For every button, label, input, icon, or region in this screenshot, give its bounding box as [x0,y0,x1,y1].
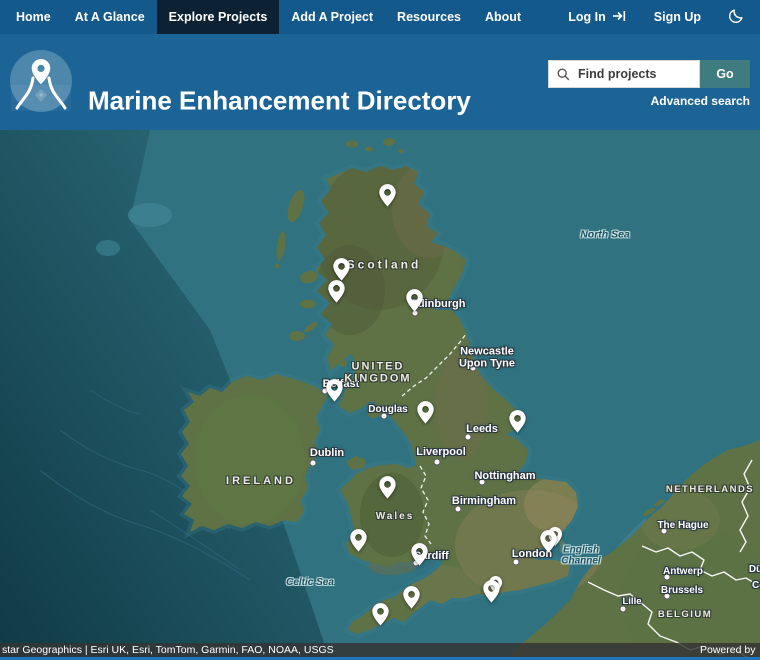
region-label: NETHERLANDS [666,485,754,495]
map-pin[interactable] [416,400,435,425]
login-arrow-icon [612,10,626,25]
city-label: Leeds [466,424,498,436]
region-label: UNITED KINGDOM [331,361,426,384]
city-label: Lille [622,597,641,607]
city-label: Brussels [661,586,703,597]
city-label: Antwerp [663,567,703,578]
top-navigation: HomeAt A GlanceExplore ProjectsAdd A Pro… [0,0,760,34]
site-header: Marine Enhancement Directory Go Advanced… [0,34,760,130]
map-pin[interactable] [349,528,368,553]
map-pin[interactable] [482,579,501,604]
powered-by-esri: Powered by Esri [700,644,758,656]
city-label: Liverpool [416,447,466,459]
nav-item-add-a-project[interactable]: Add A Project [279,0,385,34]
map-pin[interactable] [410,542,429,567]
sea-label: English Channel [552,546,610,567]
city-dot [310,460,317,467]
map-pin[interactable] [405,288,424,313]
login-label: Log In [568,10,606,24]
magnifier-icon [557,68,570,81]
search-row: Go [548,60,750,88]
site-logo[interactable] [9,49,73,113]
map-pin-waves-logo-icon [9,100,73,117]
map-pin[interactable] [378,475,397,500]
region-label: IRELAND [226,476,296,488]
map-attribution: star Geographics | Esri UK, Esri, TomTom… [0,643,760,657]
map-pin[interactable] [539,529,558,554]
nav-item-about[interactable]: About [473,0,533,34]
moon-icon [729,8,744,26]
region-label: Scotland [347,259,422,272]
advanced-search-link[interactable]: Advanced search [651,94,750,108]
search-box [548,60,700,88]
sea-label: Celtic Sea [286,578,334,589]
city-label: Douglas [368,405,407,416]
page-title: Marine Enhancement Directory [88,86,471,117]
nav-right: Log In Sign Up [568,8,760,26]
map-pin[interactable] [327,279,346,304]
login-button[interactable]: Log In [568,10,626,25]
region-label: BELGIUM [658,610,712,620]
city-label: Düsseldorf [749,565,760,576]
city-label: Newcastle Upon Tyne [454,346,520,369]
search-go-button[interactable]: Go [700,60,750,88]
map-pin[interactable] [402,585,421,610]
nav-item-at-a-glance[interactable]: At A Glance [63,0,157,34]
nav-item-resources[interactable]: Resources [385,0,473,34]
nav-item-home[interactable]: Home [4,0,63,34]
city-label: Dublin [310,448,344,460]
map-pin[interactable] [371,602,390,627]
satellite-basemap [0,130,760,660]
attribution-sources: star Geographics | Esri UK, Esri, TomTom… [2,644,334,656]
nav-items: HomeAt A GlanceExplore ProjectsAdd A Pro… [0,0,533,34]
city-dot [434,459,441,466]
region-label: Wales [376,512,415,523]
map-pin[interactable] [508,409,527,434]
city-label: The Hague [657,521,708,532]
city-label: Birmingham [452,496,516,508]
dark-mode-toggle[interactable] [729,8,744,26]
map-pin[interactable] [325,378,344,403]
city-label: Nottingham [474,471,535,483]
signup-button[interactable]: Sign Up [654,10,701,24]
city-label: Cologne [752,581,760,592]
sea-label: North Sea [580,229,630,240]
nav-item-explore-projects[interactable]: Explore Projects [157,0,280,34]
map[interactable]: EdinburghNewcastle Upon TyneBelfastDougl… [0,130,760,660]
search-input[interactable] [576,66,691,82]
map-pin[interactable] [378,183,397,208]
